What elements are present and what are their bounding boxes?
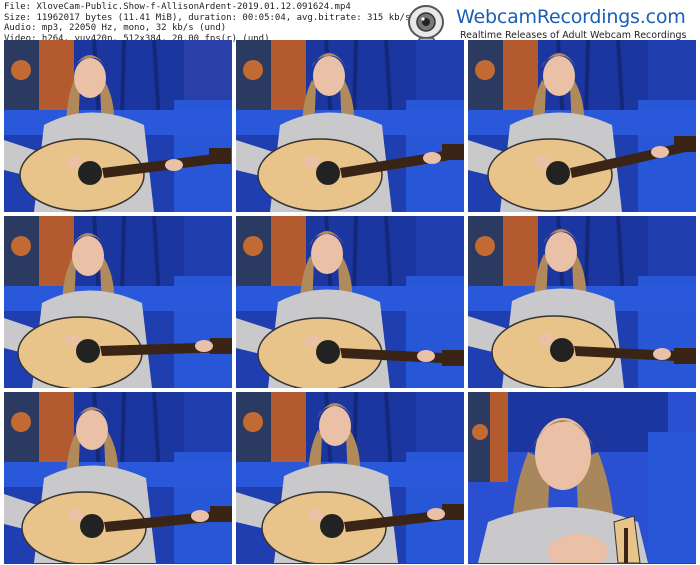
thumbnail-5 [236, 216, 464, 388]
thumbnail-grid [4, 40, 696, 564]
logo-title: WebcamRecordings.com [456, 6, 686, 28]
thumbnail-9 [468, 392, 696, 564]
thumbnail-8 [236, 392, 464, 564]
thumbnail-7 [4, 392, 232, 564]
thumbnail-4 [4, 216, 232, 388]
thumbnail-3 [468, 40, 696, 212]
file-info: File: XloveCam-Public.Show-f-AllisonArde… [4, 2, 410, 44]
thumbnail-6 [468, 216, 696, 388]
file-size-line: Size: 11962017 bytes (11.41 MiB), durati… [4, 12, 411, 23]
file-name-line: File: XloveCam-Public.Show-f-AllisonArde… [4, 2, 351, 12]
audio-info-line: Audio: mp3, 22050 Hz, mono, 32 kb/s (und… [4, 23, 227, 34]
thumbnail-1 [4, 40, 232, 212]
thumbnail-2 [236, 40, 464, 212]
